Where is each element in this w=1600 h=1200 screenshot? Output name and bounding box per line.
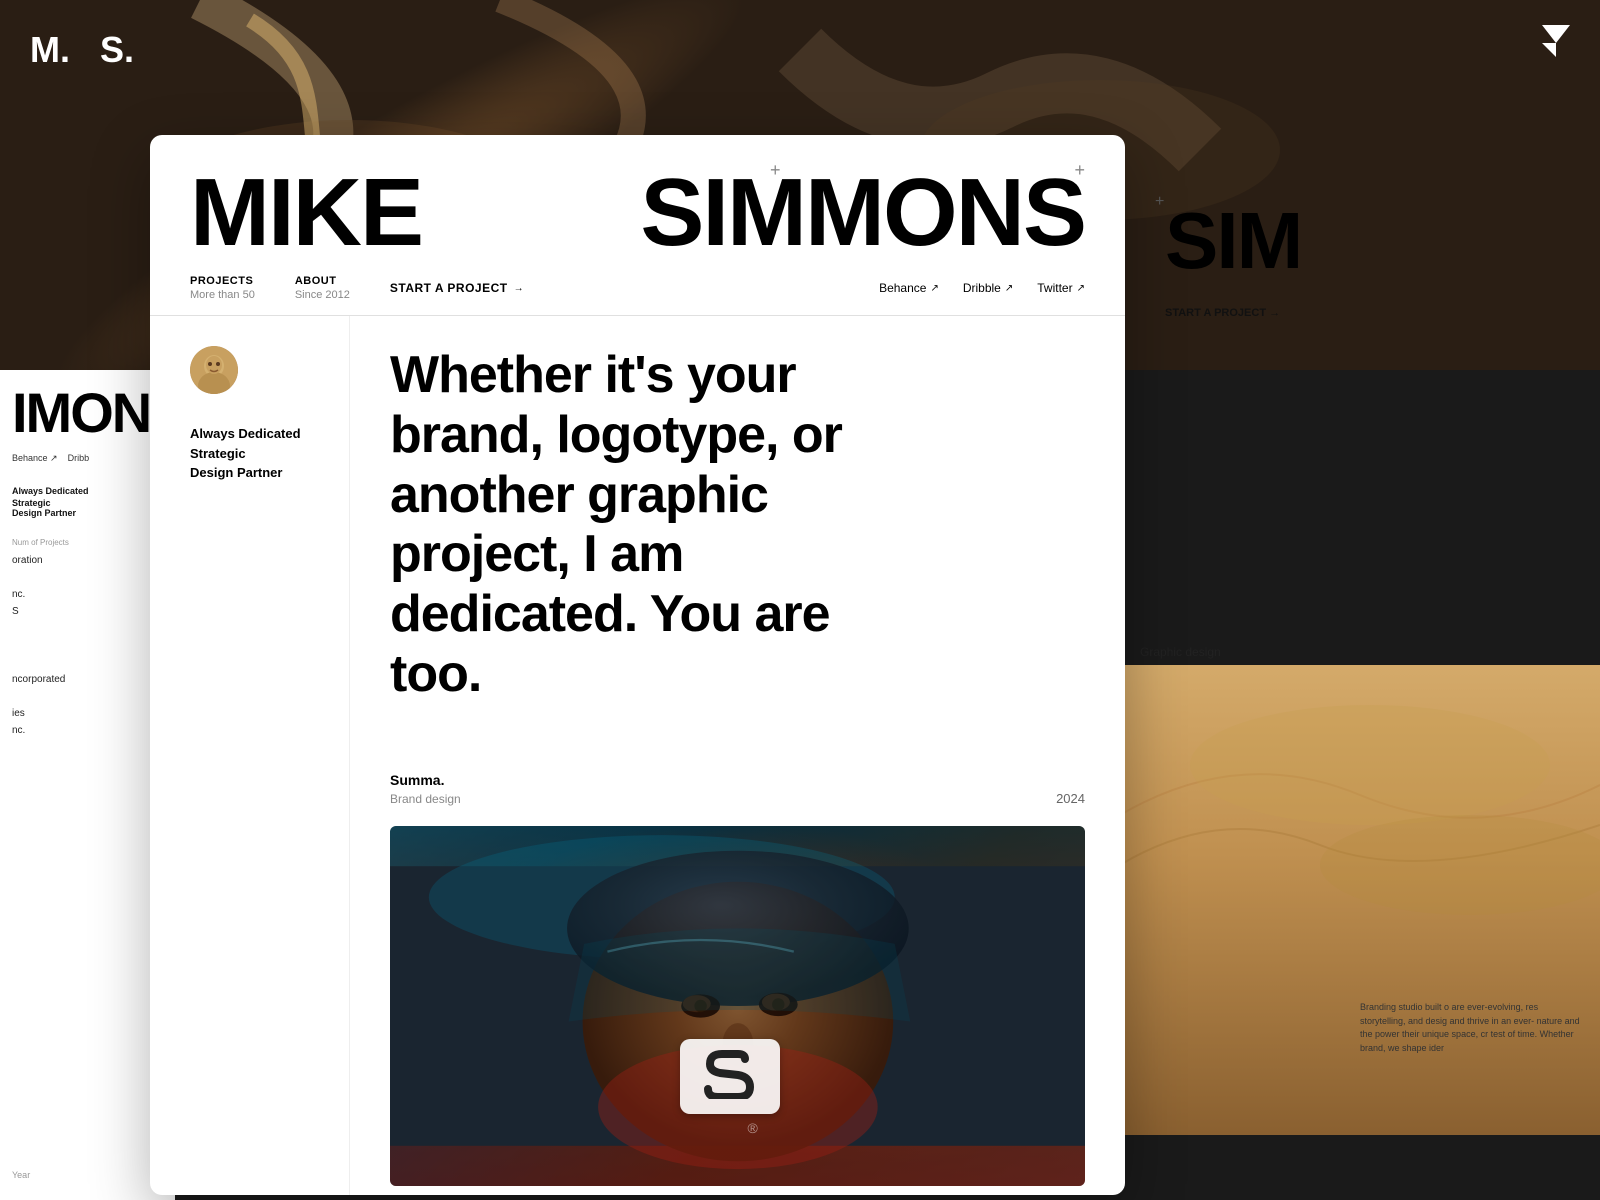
nav-start-project[interactable]: START A PROJECT → (390, 281, 524, 295)
right-desert-bg: N Branding studio built o are ever-evolv… (1120, 665, 1600, 1135)
nav-projects-sub: More than 50 (190, 289, 255, 301)
bg-tagline-3: Design Partner (12, 508, 163, 518)
sidebar-name-10: ies (12, 708, 25, 719)
main-card: MIKE SIMMONS + + PROJECTS More than 50 A… (150, 135, 1125, 1195)
bg-tagline-partial: Always Dedicated Strategic Design Partne… (12, 484, 163, 518)
sidebar-name-3: nc. (12, 589, 25, 600)
sidebar-name-1: oration (12, 555, 43, 566)
nav-twitter[interactable]: Twitter ↗ (1037, 281, 1085, 295)
nav-behance[interactable]: Behance ↗ (879, 281, 939, 295)
helmet-image: ® (390, 826, 1085, 1186)
sidebar-row-11: nc. 1 (12, 725, 163, 736)
plus-icon-left: + (770, 160, 781, 181)
avatar-inner (190, 346, 238, 394)
bg-tagline-1: Always Dedicated (12, 484, 163, 498)
card-right-col: Whether it's your brand, logotype, or an… (350, 316, 1125, 1195)
tagline-line-2: Strategic (190, 444, 309, 464)
branding-text: Branding studio built o are ever-evolvin… (1360, 1001, 1580, 1055)
nav-start-label: START A PROJECT (390, 281, 508, 295)
s-logo (690, 1046, 770, 1106)
bg-dribble: Dribb (68, 453, 90, 464)
helmet-svg (390, 826, 1085, 1186)
avatar-svg (190, 346, 238, 394)
sidebar-rows: oration 15 9 nc. 3 S 2 2 2 (12, 555, 163, 753)
year-label: Year (12, 1170, 30, 1180)
bg-tagline-2: Strategic (12, 498, 163, 508)
sidebar-row-4: S 2 (12, 606, 163, 617)
project-type: Brand design (390, 792, 461, 806)
left-sidebar-bg: IMONS Behance ↗ Dribb Always Dedicated S… (0, 370, 175, 1200)
sidebar-name-4: S (12, 606, 19, 617)
bg-name-partial: IMONS (12, 380, 163, 445)
sidebar-row-6: 2 (12, 640, 163, 651)
nav-about-sub: Since 2012 (295, 289, 350, 301)
nav-behance-arrow: ↗ (930, 283, 938, 294)
right-bg-panel: + SIM START A PROJECT → Graphic design (1120, 135, 1600, 1195)
graphic-design-label: Graphic design (1140, 645, 1221, 659)
registered-mark: ® (748, 1120, 758, 1136)
logo-m: M. (30, 29, 70, 71)
nav-projects[interactable]: PROJECTS More than 50 (190, 275, 255, 301)
sidebar-row-9: 1 (12, 691, 163, 702)
nav-links: Behance ↗ Dribble ↗ Twitter ↗ (879, 281, 1085, 295)
logo-s: S. (100, 29, 134, 71)
tagline-line-1: Always Dedicated (190, 424, 309, 444)
avatar (190, 346, 238, 394)
nav-about[interactable]: ABOUT Since 2012 (295, 275, 350, 301)
project-year: 2024 (1056, 791, 1085, 806)
right-start-project[interactable]: START A PROJECT → (1165, 307, 1555, 319)
name-row: MIKE SIMMONS (190, 165, 1085, 261)
nav-start-arrow: → (514, 283, 524, 294)
card-left-col: Always Dedicated Strategic Design Partne… (150, 316, 350, 1195)
name-simmons: SIMMONS (640, 165, 1085, 261)
nav-dribble-label: Dribble (963, 281, 1001, 295)
card-body: Always Dedicated Strategic Design Partne… (150, 316, 1125, 1195)
sidebar-row-12: 1 (12, 742, 163, 753)
sidebar-row-10: ies 1 (12, 708, 163, 719)
s-logo-svg (700, 1049, 760, 1099)
nav-projects-label: PROJECTS (190, 275, 255, 287)
framer-icon[interactable] (1542, 25, 1570, 64)
sidebar-row-3: nc. 3 (12, 589, 163, 600)
sidebar-row-1: oration 15 (12, 555, 163, 566)
right-start-label: START A PROJECT → (1165, 307, 1280, 319)
nav-twitter-arrow: ↗ (1077, 283, 1085, 294)
sidebar-name-11: nc. (12, 725, 25, 736)
sidebar-row-2: 9 (12, 572, 163, 583)
framer-shape (1542, 25, 1570, 57)
bg-behance: Behance ↗ (12, 453, 58, 464)
header: M. S. (0, 0, 175, 100)
desert-svg (1120, 665, 1600, 1135)
plus-icon-right: + (1074, 160, 1085, 181)
right-name-partial: SIM (1165, 195, 1555, 287)
nav-twitter-label: Twitter (1037, 281, 1072, 295)
bg-nav: Behance ↗ Dribb (12, 453, 163, 464)
num-projects-label: Num of Projects (12, 538, 163, 547)
project-name: Summa. (390, 772, 461, 788)
nav-behance-label: Behance (879, 281, 926, 295)
tagline: Always Dedicated Strategic Design Partne… (190, 424, 309, 483)
nav-about-label: ABOUT (295, 275, 350, 287)
avatar-container (190, 346, 309, 394)
right-plus-icon: + (1155, 193, 1164, 211)
project-meta: Summa. Brand design 2024 (390, 772, 1085, 806)
nav-bar: PROJECTS More than 50 ABOUT Since 2012 S… (190, 261, 1085, 315)
hero-text-area: Whether it's your brand, logotype, or an… (390, 346, 1085, 742)
nav-dribble[interactable]: Dribble ↗ (963, 281, 1013, 295)
nav-dribble-arrow: ↗ (1005, 283, 1013, 294)
tagline-line-3: Design Partner (190, 463, 309, 483)
project-info: Summa. Brand design (390, 772, 461, 806)
card-header: MIKE SIMMONS + + PROJECTS More than 50 A… (150, 135, 1125, 316)
sidebar-name-8: ncorporated (12, 674, 65, 685)
sidebar-row-7: 1 (12, 657, 163, 668)
hero-heading: Whether it's your brand, logotype, or an… (390, 346, 870, 705)
sidebar-row-5: 2 (12, 623, 163, 634)
sidebar-row-8: ncorporated 1 (12, 674, 163, 685)
name-mike: MIKE (190, 165, 640, 261)
